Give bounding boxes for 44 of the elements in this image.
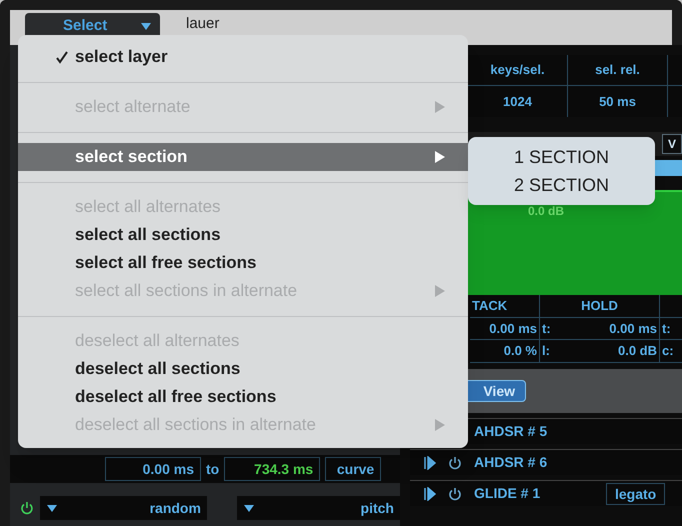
table-cell-text: 0.0 dB: [618, 342, 657, 360]
dropdown-field[interactable]: pitch: [236, 496, 400, 520]
table-cell: c:: [660, 340, 682, 363]
table-cell-text: l:: [542, 342, 550, 360]
play-icon[interactable]: [424, 486, 436, 500]
menu-item[interactable]: select all free sections: [18, 249, 468, 277]
time-field[interactable]: 734.3 ms: [224, 457, 320, 481]
column-header: TACK: [470, 295, 540, 318]
power-icon[interactable]: [20, 501, 34, 515]
table-cell-text: 0.00 ms: [609, 320, 657, 338]
curve-button[interactable]: curve: [325, 457, 382, 481]
menu-item[interactable]: select all sections: [18, 221, 468, 249]
level-label: 0.0 dB: [528, 203, 564, 220]
submenu-arrow-icon: [434, 100, 446, 114]
caret-icon[interactable]: [140, 22, 152, 30]
table-cell: 0.00 ms: [470, 318, 540, 340]
dropdown-field[interactable]: random: [40, 496, 207, 520]
submenu-arrow-icon: [434, 284, 446, 298]
column-header: sel. rel.: [568, 55, 668, 86]
modulator-name: AHDSR # 5: [474, 422, 548, 441]
modulator-name: AHDSR # 6: [474, 453, 548, 472]
menu-item[interactable]: select section: [18, 143, 468, 171]
power-icon[interactable]: [448, 456, 462, 470]
submenu-arrow-icon: [434, 418, 446, 432]
caret-icon[interactable]: [242, 504, 255, 512]
submenu-item[interactable]: 2 SECTION: [510, 171, 614, 199]
layer-label: lauer: [186, 14, 220, 34]
menu-item[interactable]: deselect all sections: [18, 355, 468, 383]
play-icon[interactable]: [424, 456, 436, 470]
table-cell-text: t:: [542, 320, 551, 338]
menu-item[interactable]: select layer: [18, 43, 468, 71]
column-header: HOLD: [540, 295, 660, 318]
table-cell: 0.0 %: [470, 340, 540, 363]
table-cell: 50 ms: [568, 86, 668, 117]
to-label: to: [206, 460, 220, 478]
submenu-arrow-icon: [434, 150, 446, 164]
caret-icon[interactable]: [46, 504, 58, 512]
power-icon[interactable]: [448, 486, 462, 500]
option-button[interactable]: legato: [606, 482, 666, 504]
tab[interactable]: V: [662, 134, 682, 154]
submenu-item[interactable]: 1 SECTION: [510, 143, 614, 171]
table-cell: t:: [660, 318, 682, 340]
time-field[interactable]: 0.00 ms: [105, 457, 201, 481]
modulator-name: GLIDE # 1: [474, 484, 542, 503]
